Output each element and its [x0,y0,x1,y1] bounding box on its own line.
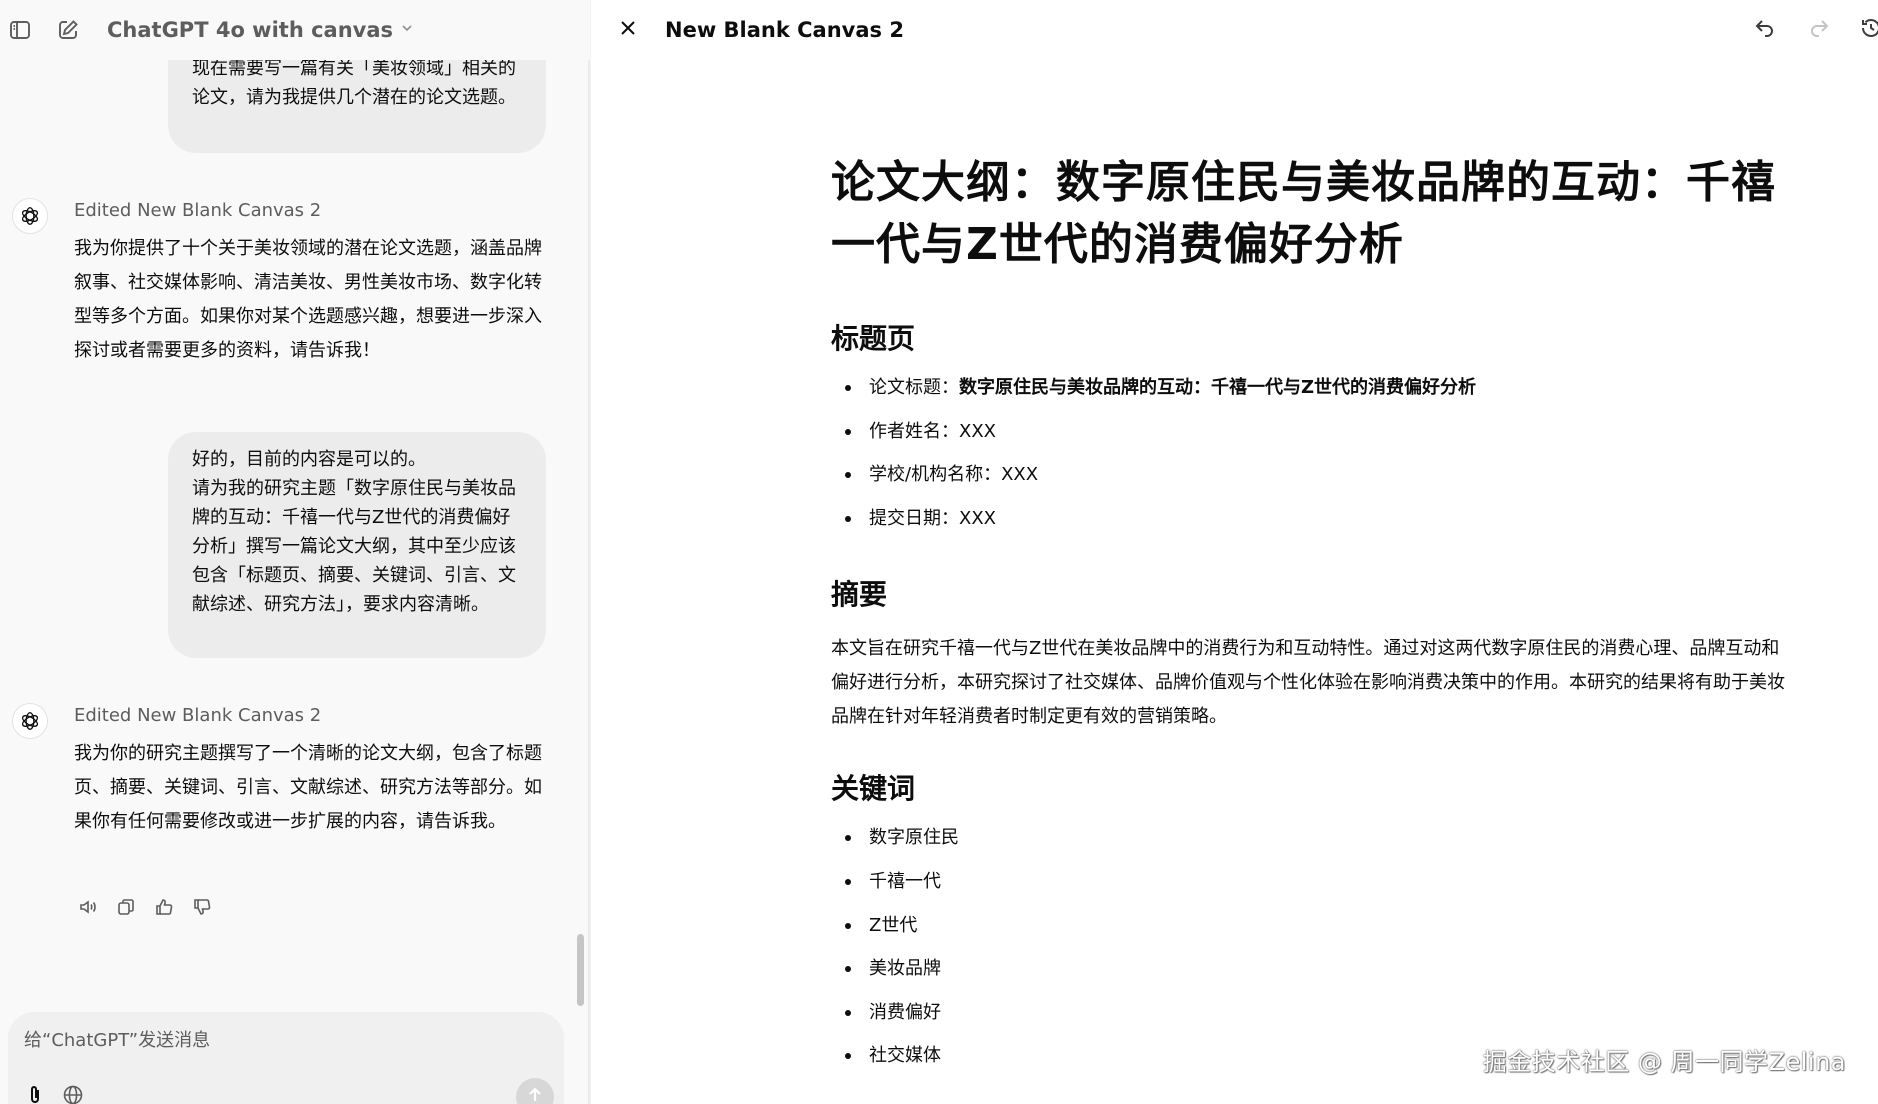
edited-canvas-link[interactable]: Edited New Blank Canvas 2 [74,705,321,726]
new-chat-icon[interactable] [52,14,84,46]
assistant-message-text: 我为你提供了十个关于美妆领域的潜在论文选题，涵盖品牌叙事、社交媒体影响、清洁美妆… [74,238,542,361]
message-composer [8,1012,564,1104]
user-message-text: 现在需要写一篇有关「美妆领域」相关的论文，请为我提供几个潜在的论文选题。 [192,58,516,108]
copy-icon[interactable] [112,893,140,921]
sidebar-toggle-icon[interactable] [4,14,36,46]
section-heading-title-page: 标题页 [831,322,916,355]
list-item: 学校/机构名称：XXX [831,463,1791,507]
keyword-item: 美妆品牌 [831,957,1791,1001]
document-title: 论文大纲：数字原住民与美妆品牌的互动：千禧一代与Z世代的消费偏好分析 [831,157,1776,270]
arrow-up-icon [526,1086,544,1104]
model-title: ChatGPT 4o with canvas [107,18,394,42]
chat-header: ChatGPT 4o with canvas [0,0,590,60]
edited-canvas-link[interactable]: Edited New Blank Canvas 2 [74,200,321,221]
openai-logo-icon [12,198,48,234]
user-message-text: 好的，目前的内容是可以的。 请为我的研究主题「数字原住民与美妆品牌的互动：千禧一… [192,449,516,615]
keyword-item: 千禧一代 [831,870,1791,914]
school-item: 学校/机构名称：XXX [869,464,1039,486]
canvas-title: New Blank Canvas 2 [665,18,904,42]
canvas-document[interactable]: 论文大纲：数字原住民与美妆品牌的互动：千禧一代与Z世代的消费偏好分析 标题页 论… [831,152,1791,1088]
read-aloud-icon[interactable] [74,893,102,921]
openai-logo-icon [12,703,48,739]
author-item: 作者姓名：XXX [869,420,996,442]
thumbs-down-icon[interactable] [188,893,216,921]
undo-icon [1753,16,1777,44]
chat-panel: ChatGPT 4o with canvas 现在需要写一篇有关「美妆领域」相关… [0,0,590,1104]
history-icon [1859,16,1878,44]
model-selector[interactable]: ChatGPT 4o with canvas [107,14,413,46]
watermark: 掘金技术社区 @ 周一同学Zelina [1482,1048,1846,1076]
canvas-panel: New Blank Canvas 2 论文大纲：数字原住民与美妆品牌的互动：千禧… [591,0,1878,1104]
close-canvas-button[interactable] [611,13,645,47]
chat-scrollbar[interactable] [577,934,584,1006]
list-item: 作者姓名：XXX [831,420,1791,464]
section-heading-keywords: 关键词 [831,772,916,806]
keyword-item: Z世代 [831,914,1791,958]
date-item: 提交日期：XXX [869,507,996,529]
keyword-item: 消费偏好 [831,1001,1791,1045]
close-icon [618,18,638,42]
thesis-title-label: 论文标题： [869,377,959,398]
attach-icon[interactable] [20,1080,50,1104]
list-item: 论文标题：数字原住民与美妆品牌的互动：千禧一代与Z世代的消费偏好分析 [831,376,1791,420]
undo-button[interactable] [1747,12,1783,48]
abstract-text: 本文旨在研究千禧一代与Z世代在美妆品牌中的消费行为和互动特性。通过对这两代数字原… [831,638,1785,728]
keyword-item: 数字原住民 [831,826,1791,870]
message-actions [74,893,216,921]
list-item: 提交日期：XXX [831,507,1791,551]
send-button[interactable] [516,1078,554,1104]
chevron-down-icon [401,22,413,38]
redo-button[interactable] [1801,12,1837,48]
version-history-button[interactable] [1853,12,1878,48]
redo-icon [1807,16,1831,44]
globe-icon[interactable] [58,1080,88,1104]
message-input[interactable] [24,1030,444,1051]
section-heading-abstract: 摘要 [831,578,888,612]
title-page-list: 论文标题：数字原住民与美妆品牌的互动：千禧一代与Z世代的消费偏好分析 作者姓名：… [831,376,1791,550]
assistant-message-text: 我为你的研究主题撰写了一个清晰的论文大纲，包含了标题页、摘要、关键词、引言、文献… [74,743,542,832]
user-message: 好的，目前的内容是可以的。 请为我的研究主题「数字原住民与美妆品牌的互动：千禧一… [168,432,546,658]
thumbs-up-icon[interactable] [150,893,178,921]
thesis-title-value: 数字原住民与美妆品牌的互动：千禧一代与Z世代的消费偏好分析 [959,377,1477,398]
